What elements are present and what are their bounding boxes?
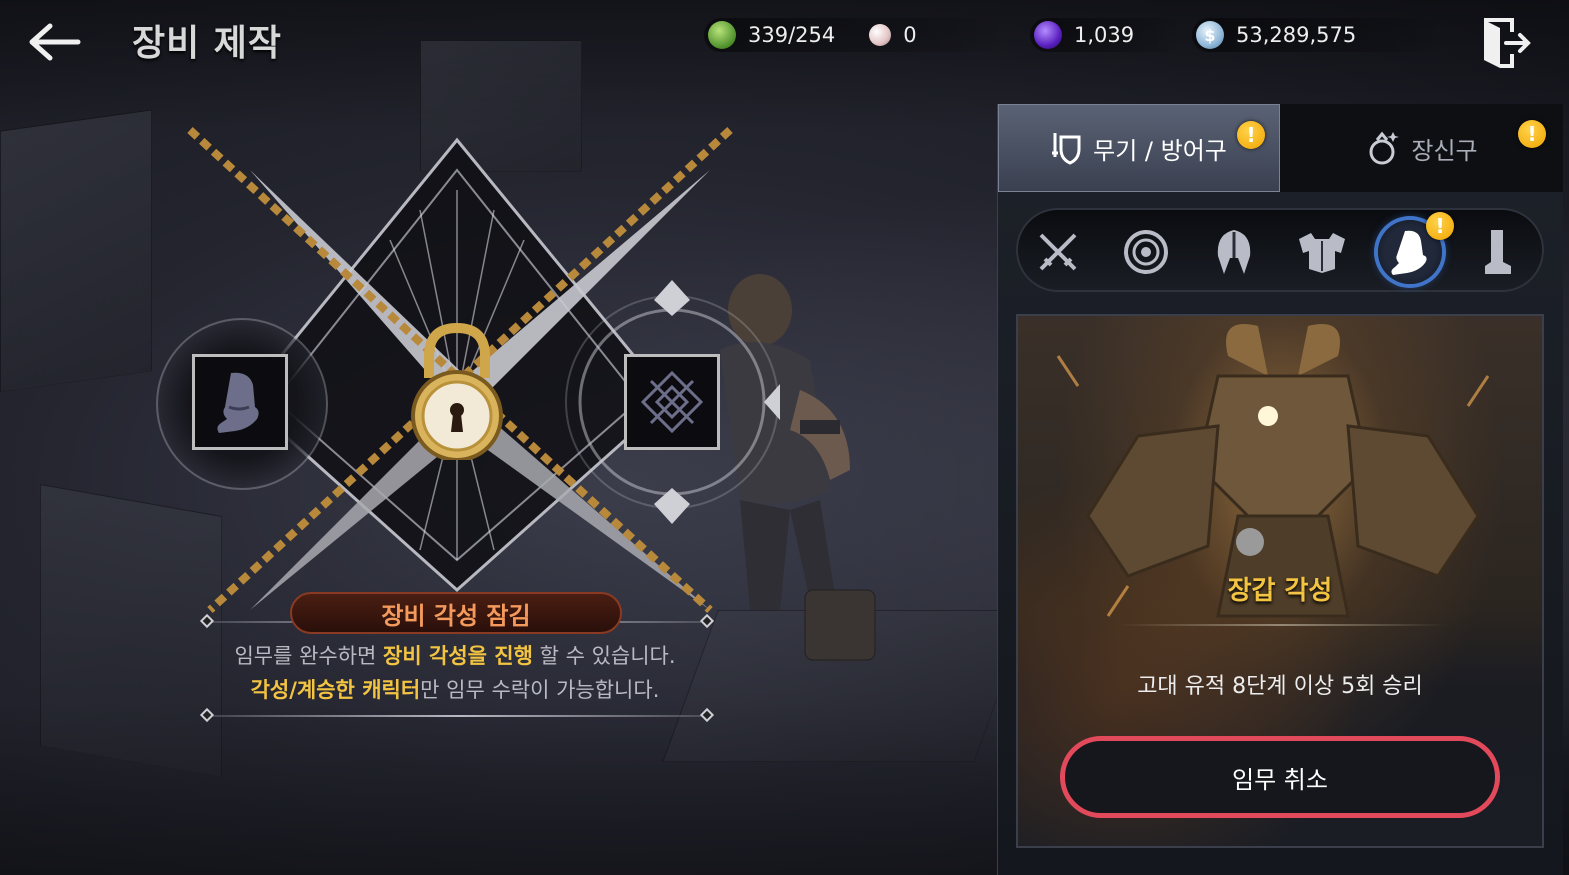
awakening-mission-card: 장갑 각성 고대 유적 8단계 이상 5회 승리 임무 취소 <box>1016 314 1544 848</box>
currency-green-gem: 339/254 0 <box>704 18 1008 52</box>
category-armor[interactable] <box>1290 220 1354 284</box>
exit-button[interactable] <box>1478 16 1534 70</box>
desc-highlight: 장비 각성을 진행 <box>383 644 533 668</box>
currency-value: 0 <box>903 23 917 47</box>
alert-badge: ! <box>1426 212 1454 240</box>
mission-divider <box>1118 624 1446 626</box>
category-boots[interactable] <box>1466 220 1530 284</box>
tab-weapon-armor[interactable]: 무기 / 방어구 ! <box>998 104 1280 192</box>
shield-icon <box>1124 230 1168 274</box>
exit-door-icon <box>1484 18 1531 68</box>
tab-accessory[interactable]: 장신구 ! <box>1280 104 1563 192</box>
deco-divider-bottom <box>212 715 706 717</box>
alert-badge: ! <box>1518 120 1546 148</box>
locked-description-line1: 임무를 완수하면 장비 각성을 진행 할 수 있습니다. <box>190 640 720 670</box>
category-gloves[interactable]: ! <box>1378 212 1454 284</box>
green-gem-icon <box>708 21 736 49</box>
locked-title: 장비 각성 잠김 <box>381 601 531 630</box>
silver-coin-icon: $ <box>1196 21 1224 49</box>
desc-text: 만 임무 수락이 가능합니다. <box>420 678 660 702</box>
category-helmet[interactable] <box>1202 220 1266 284</box>
category-shield[interactable] <box>1114 220 1178 284</box>
page-title: 장비 제작 <box>132 23 283 64</box>
gauntlet-icon <box>217 372 259 433</box>
desc-text: 임무를 완수하면 <box>234 644 384 668</box>
category-weapon[interactable] <box>1026 220 1090 284</box>
ruin-pillar <box>0 109 152 393</box>
desc-text: 할 수 있습니다. <box>532 644 676 668</box>
alert-badge: ! <box>1237 121 1265 149</box>
cancel-mission-button[interactable]: 임무 취소 <box>1060 736 1500 818</box>
mission-condition: 고대 유적 8단계 이상 5회 승리 <box>1137 674 1423 699</box>
awaken-symbol-icon <box>640 370 704 434</box>
desc-highlight: 각성/계승한 캐릭터 <box>250 678 421 702</box>
mission-title: 장갑 각성 <box>1227 576 1333 606</box>
currency-value: 1,039 <box>1074 23 1135 47</box>
currency-value: 339/254 <box>748 23 836 47</box>
arrow-left-icon <box>29 23 81 61</box>
weapon-armor-icon <box>1052 133 1081 165</box>
boot-icon <box>1485 230 1511 274</box>
top-bar: 장비 제작 339/254 0 1,039 $ 53,289,575 <box>0 0 1569 84</box>
currency-value: 53,289,575 <box>1236 23 1357 47</box>
currency-purple-orb: 1,039 <box>1030 18 1182 52</box>
right-awaken-slot[interactable] <box>624 354 720 450</box>
awakening-emblem <box>150 110 780 630</box>
gauntlet-icon <box>1391 230 1427 275</box>
tab-label: 무기 / 방어구 <box>1093 136 1227 165</box>
locked-description-line2: 각성/계승한 캐릭터만 임무 수락이 가능합니다. <box>190 674 720 704</box>
ring-icon <box>1369 131 1400 165</box>
locked-title-bar: 장비 각성 잠김 <box>290 592 622 634</box>
currency-silver-coin: $ 53,289,575 <box>1192 18 1444 52</box>
helmet-icon <box>1217 230 1251 274</box>
crossed-swords-icon <box>1039 233 1077 271</box>
tab-label: 장신구 <box>1411 136 1478 165</box>
equipment-category-bar: ! <box>1016 208 1544 292</box>
padlock-icon <box>411 322 503 460</box>
cancel-mission-label: 임무 취소 <box>1232 765 1328 794</box>
pearl-icon <box>869 24 892 46</box>
crafting-panel: 무기 / 방어구 ! 장신구 ! ! 장갑 각성 고대 유적 8단계 이상 5회… <box>997 104 1563 875</box>
purple-orb-icon <box>1034 21 1062 49</box>
back-button[interactable] <box>22 14 86 70</box>
left-equipment-slot[interactable] <box>192 354 288 450</box>
chest-armor-icon <box>1299 233 1345 273</box>
